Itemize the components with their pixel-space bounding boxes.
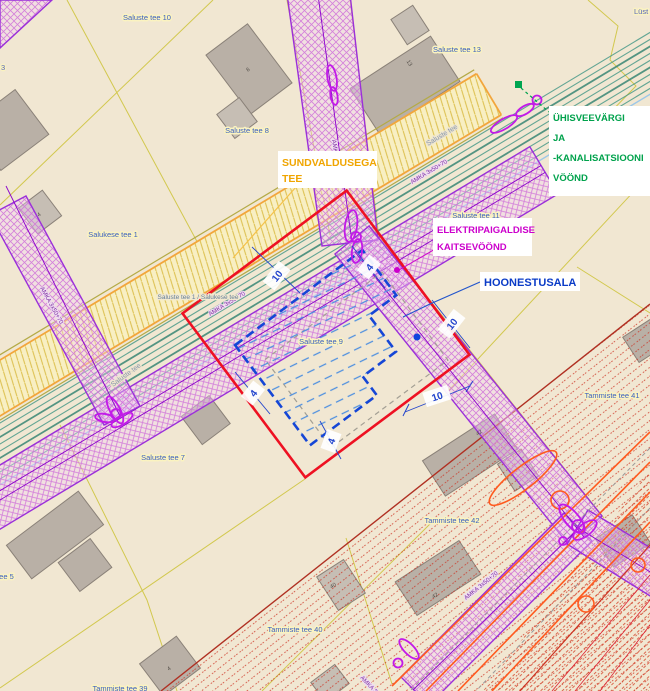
callout-text: HOONESTUSALA — [484, 277, 576, 289]
address-label: Tammiste tee 39 — [92, 684, 147, 691]
address-label: Saluste tee 9 — [299, 337, 343, 346]
water-valve-marker — [515, 81, 522, 88]
address-label: Tammiste tee 41 — [584, 391, 639, 400]
callout-text: ÜHISVEEVÄRGI — [553, 113, 625, 124]
callout-text: JA — [553, 133, 565, 144]
callout-text: SUNDVALDUSEGA — [282, 157, 377, 169]
callout-text: TEE — [282, 173, 302, 185]
callout-text: VÖÖND — [553, 173, 588, 184]
address-label: Saluste tee 7 — [141, 453, 185, 462]
address-label: Tammiste tee 40 — [267, 625, 322, 634]
partial-label-top-right: Lüst — [634, 7, 649, 16]
map-svg: 10 4 10 10 4 4 Saluste tee Saluste tee A… — [0, 0, 650, 691]
callout-text: ELEKTRIPAIGALDISE — [437, 225, 535, 236]
address-label: Saluste tee 8 — [225, 126, 269, 135]
address-label: Salukese tee 1 — [88, 230, 138, 239]
address-label: Tammiste tee 42 — [424, 516, 479, 525]
junction-road-label: Saluste tee 1 / Salukese tee — [158, 294, 239, 301]
planning-map-canvas: 10 4 10 10 4 4 Saluste tee Saluste tee A… — [0, 0, 650, 691]
partial-label-left: 3 — [1, 63, 5, 72]
address-label: Saluste tee 13 — [433, 45, 481, 54]
callout-text: -KANALISATSIOONI — [553, 153, 644, 164]
address-label: Saluste tee 5 — [0, 572, 14, 581]
address-label: Saluste tee 10 — [123, 13, 171, 22]
callout-text: KAITSEVÖÖND — [437, 242, 507, 253]
blue-point-marker — [414, 334, 421, 341]
